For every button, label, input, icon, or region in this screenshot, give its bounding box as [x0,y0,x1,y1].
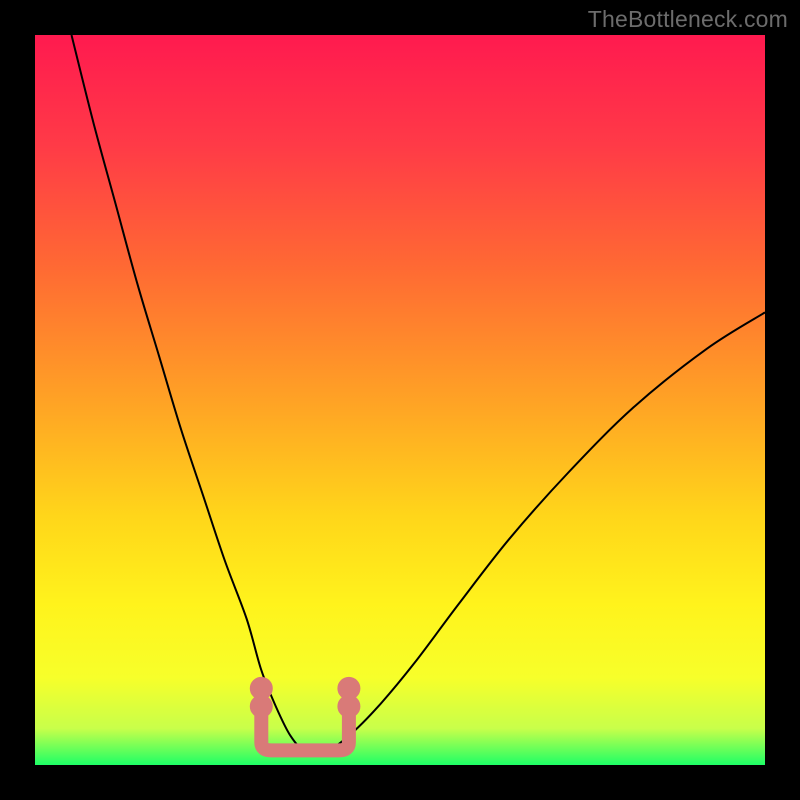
valley-left-dot-upper [254,699,268,713]
valley-right-dot-upper [342,699,356,713]
valley-right-dot-lower [342,681,356,695]
valley-marker [261,712,349,750]
bottleneck-curve [72,35,766,752]
plot-area [35,35,765,765]
chart-frame: TheBottleneck.com [0,0,800,800]
curve-layer [35,35,765,765]
valley-left-dot-lower [254,681,268,695]
watermark-text: TheBottleneck.com [588,6,788,33]
